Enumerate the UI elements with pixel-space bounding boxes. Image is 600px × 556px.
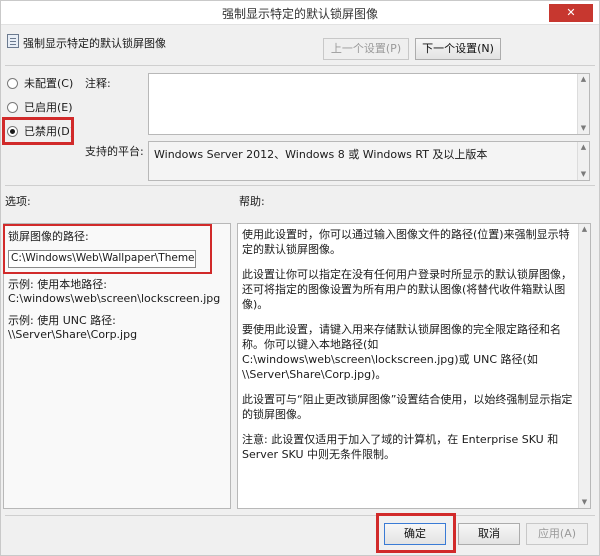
platform-value: Windows Server 2012、Windows 8 或 Windows …: [154, 148, 488, 161]
example-unc-title: 示例: 使用 UNC 路径:: [8, 314, 116, 327]
platform-field: Windows Server 2012、Windows 8 或 Windows …: [148, 141, 590, 181]
close-button[interactable]: ✕: [549, 4, 593, 22]
scroll-up-icon[interactable]: ▲: [579, 224, 590, 235]
example-local-title: 示例: 使用本地路径:: [8, 278, 107, 291]
footer-divider: [5, 515, 595, 516]
radio-button[interactable]: [7, 101, 18, 113]
comment-label: 注释:: [85, 77, 111, 90]
radio-not-configured[interactable]: 未配置(C): [7, 75, 73, 91]
radio-label: 已启用(E): [24, 101, 73, 114]
apply-button[interactable]: 应用(A): [526, 523, 588, 545]
highlight-box-ok: [376, 513, 456, 553]
help-paragraph: 注意: 此设置仅适用于加入了域的计算机，在 Enterprise SKU 和 S…: [242, 433, 559, 461]
platform-label: 支持的平台:: [85, 145, 144, 158]
scroll-up-icon[interactable]: ▲: [578, 142, 589, 153]
platform-scrollbar[interactable]: ▲ ▼: [577, 142, 589, 180]
help-panel: 使用此设置时，你可以通过输入图像文件的路径(位置)来强制显示特定的默认锁屏图像。…: [237, 223, 591, 509]
title-bar: 强制显示特定的默认锁屏图像 ✕: [1, 1, 599, 25]
help-text: 使用此设置时，你可以通过输入图像文件的路径(位置)来强制显示特定的默认锁屏图像。…: [242, 227, 574, 472]
help-scrollbar[interactable]: ▲ ▼: [578, 224, 590, 508]
highlight-box-disabled-option: [2, 117, 74, 145]
radio-label: 未配置(C): [24, 77, 74, 90]
help-paragraph: 此设置让你可以指定在没有任何用户登录时所显示的默认锁屏图像，还可将指定的图像设置…: [242, 268, 572, 311]
comment-scrollbar[interactable]: ▲ ▼: [577, 74, 589, 134]
radio-button[interactable]: [7, 77, 18, 89]
help-paragraph: 使用此设置时，你可以通过输入图像文件的路径(位置)来强制显示特定的默认锁屏图像。: [242, 228, 570, 256]
scroll-up-icon[interactable]: ▲: [578, 74, 589, 85]
scroll-down-icon[interactable]: ▼: [578, 169, 589, 180]
options-section-label: 选项:: [5, 195, 31, 208]
policy-setting-icon: [7, 34, 19, 48]
scroll-down-icon[interactable]: ▼: [579, 497, 590, 508]
header-divider: [5, 65, 595, 66]
radio-enabled[interactable]: 已启用(E): [7, 99, 73, 115]
section-divider: [5, 185, 595, 186]
scroll-down-icon[interactable]: ▼: [578, 123, 589, 134]
next-setting-button[interactable]: 下一个设置(N): [415, 38, 501, 60]
example-local-path: C:\windows\web\screen\lockscreen.jpg: [8, 292, 221, 305]
help-paragraph: 要使用此设置，请键入用来存储默认锁屏图像的完全限定路径和名称。你可以键入本地路径…: [242, 323, 561, 381]
setting-title: 强制显示特定的默认锁屏图像: [23, 37, 166, 50]
window-title: 强制显示特定的默认锁屏图像: [221, 7, 378, 21]
previous-setting-button[interactable]: 上一个设置(P): [323, 38, 409, 60]
cancel-button[interactable]: 取消: [458, 523, 520, 545]
help-section-label: 帮助:: [239, 195, 265, 208]
example-unc-path: \\Server\Share\Corp.jpg: [8, 328, 138, 341]
comment-textarea[interactable]: ▲ ▼: [148, 73, 590, 135]
highlight-box-path: [3, 224, 212, 274]
policy-dialog: 强制显示特定的默认锁屏图像 ✕ 强制显示特定的默认锁屏图像 上一个设置(P) 下…: [0, 0, 600, 556]
options-panel: 锁屏图像的路径: C:\Windows\Web\Wallpaper\Theme1…: [3, 223, 231, 509]
help-paragraph: 此设置可与“阻止更改锁屏图像”设置结合使用，以始终强制显示指定的锁屏图像。: [242, 393, 573, 421]
